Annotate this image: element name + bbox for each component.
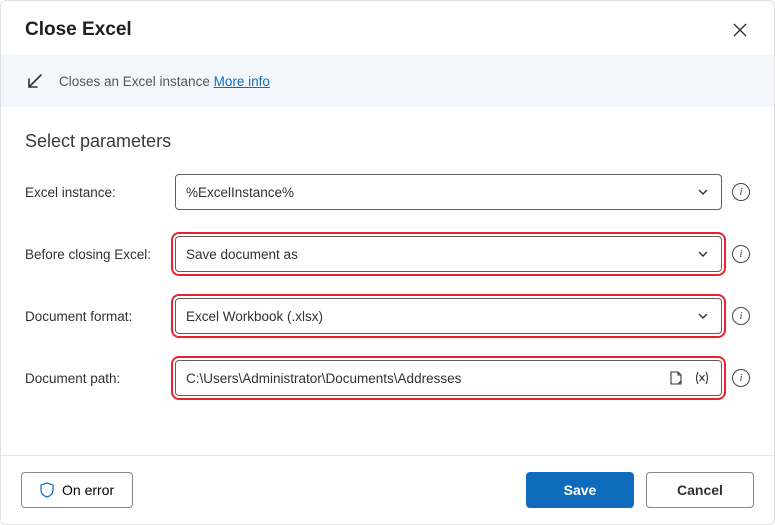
label-before-closing: Before closing Excel: xyxy=(25,247,175,262)
file-picker-icon[interactable] xyxy=(667,370,685,386)
info-icon-document-format[interactable]: i xyxy=(732,307,750,325)
dialog-footer: On error Save Cancel xyxy=(1,455,774,524)
section-heading: Select parameters xyxy=(25,131,750,152)
parameters-section: Select parameters Excel instance: %Excel… xyxy=(1,107,774,455)
chevron-down-icon xyxy=(695,186,711,198)
document-format-select[interactable]: Excel Workbook (.xlsx) xyxy=(175,298,722,334)
document-format-value: Excel Workbook (.xlsx) xyxy=(186,309,695,324)
more-info-link[interactable]: More info xyxy=(214,74,270,89)
label-document-path: Document path: xyxy=(25,371,175,386)
on-error-label: On error xyxy=(62,482,114,498)
dialog-header: Close Excel xyxy=(1,1,774,55)
document-path-input[interactable]: C:\Users\Administrator\Documents\Address… xyxy=(175,360,722,396)
info-bar: Closes an Excel instance More info xyxy=(1,55,774,107)
info-icon-document-path[interactable]: i xyxy=(732,369,750,387)
dialog-title: Close Excel xyxy=(25,19,132,41)
close-button[interactable] xyxy=(730,20,750,40)
close-icon xyxy=(733,23,747,37)
excel-instance-select[interactable]: %ExcelInstance% xyxy=(175,174,722,210)
row-before-closing: Before closing Excel: Save document as i xyxy=(25,236,750,272)
info-text: Closes an Excel instance xyxy=(59,74,210,89)
save-button[interactable]: Save xyxy=(526,472,634,508)
before-closing-select[interactable]: Save document as xyxy=(175,236,722,272)
excel-instance-value: %ExcelInstance% xyxy=(186,185,695,200)
chevron-down-icon xyxy=(695,310,711,322)
on-error-button[interactable]: On error xyxy=(21,472,133,508)
variable-picker-icon[interactable] xyxy=(693,370,711,386)
label-document-format: Document format: xyxy=(25,309,175,324)
before-closing-value: Save document as xyxy=(186,247,695,262)
label-excel-instance: Excel instance: xyxy=(25,185,175,200)
row-excel-instance: Excel instance: %ExcelInstance% i xyxy=(25,174,750,210)
close-excel-dialog: Close Excel Closes an Excel instance Mor… xyxy=(0,0,775,525)
document-path-value: C:\Users\Administrator\Documents\Address… xyxy=(186,371,667,386)
info-icon-instance[interactable]: i xyxy=(732,183,750,201)
info-icon-before-closing[interactable]: i xyxy=(732,245,750,263)
cancel-button[interactable]: Cancel xyxy=(646,472,754,508)
row-document-format: Document format: Excel Workbook (.xlsx) … xyxy=(25,298,750,334)
shield-icon xyxy=(40,482,54,498)
chevron-down-icon xyxy=(695,248,711,260)
row-document-path: Document path: C:\Users\Administrator\Do… xyxy=(25,360,750,396)
info-text-wrap: Closes an Excel instance More info xyxy=(59,74,270,89)
arrow-down-left-icon xyxy=(25,71,45,91)
